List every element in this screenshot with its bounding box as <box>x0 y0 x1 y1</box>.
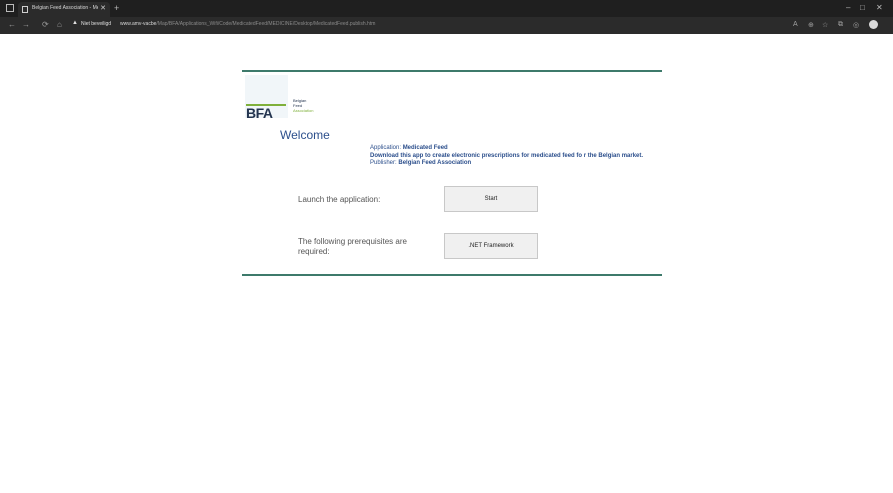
minimize-button[interactable]: – <box>846 3 850 12</box>
refresh-icon[interactable]: ⟳ <box>42 20 49 29</box>
extensions-icon[interactable]: ◎ <box>853 21 859 29</box>
tab-title: Belgian Feed Association - Medi... <box>32 5 98 11</box>
url-host: www.amv-vacbe <box>120 21 157 27</box>
close-icon[interactable]: ✕ <box>100 4 106 12</box>
tab-actions-icon[interactable] <box>6 4 14 12</box>
launch-label: Launch the application: <box>298 195 381 204</box>
app-info: Application: Medicated Feed Download thi… <box>370 145 660 168</box>
application-line: Application: Medicated Feed <box>370 145 660 153</box>
top-divider <box>242 70 662 72</box>
warning-icon[interactable]: ▲ <box>72 20 78 26</box>
forward-icon[interactable]: → <box>22 20 30 29</box>
browser-titlebar: Belgian Feed Association - Medi... ✕ + –… <box>0 0 893 17</box>
welcome-heading: Welcome <box>280 128 330 142</box>
url-path: /Map/BFA/Applications_Wifi/Code/Medicate… <box>156 21 376 27</box>
publisher-label: Publisher: <box>370 160 399 166</box>
logo-line-3: Association <box>293 108 314 113</box>
prerequisites-label: The following prerequisites are required… <box>298 237 407 256</box>
favorites-icon[interactable]: ☆ <box>822 21 828 29</box>
window-close-button[interactable]: ✕ <box>876 3 883 12</box>
page-icon <box>22 6 28 13</box>
logo-text: Belgian Feed Association <box>293 98 313 113</box>
home-icon[interactable]: ⌂ <box>57 20 62 29</box>
publisher-name: Belgian Feed Association <box>398 160 472 166</box>
back-icon[interactable]: ← <box>8 20 16 29</box>
url-field[interactable]: www.amv-vacbe/Map/BFA/Applications_Wifi/… <box>120 21 375 27</box>
application-name: Medicated Feed <box>402 145 448 151</box>
logo-mark: BFA <box>246 105 273 121</box>
profile-icon[interactable] <box>869 20 878 29</box>
security-warning[interactable]: Niet beveiligd <box>81 21 111 27</box>
read-aloud-icon[interactable]: A <box>793 21 798 28</box>
publisher-line: Publisher: Belgian Feed Association <box>370 160 660 168</box>
bottom-divider <box>242 274 662 276</box>
start-button[interactable]: Start <box>444 186 538 212</box>
application-label: Application: <box>370 145 403 151</box>
new-tab-button[interactable]: + <box>114 3 119 13</box>
address-bar: ← → ⟳ ⌂ ▲ Niet beveiligd www.amv-vacbe/M… <box>0 17 893 34</box>
zoom-icon[interactable]: ⊕ <box>808 21 814 29</box>
browser-tab[interactable]: Belgian Feed Association - Medi... ✕ <box>18 2 110 17</box>
description: Download this app to create electronic p… <box>370 152 644 159</box>
maximize-button[interactable]: □ <box>860 3 865 12</box>
collections-icon[interactable]: ⧉ <box>838 21 843 29</box>
dotnet-framework-button[interactable]: .NET Framework <box>444 233 538 259</box>
